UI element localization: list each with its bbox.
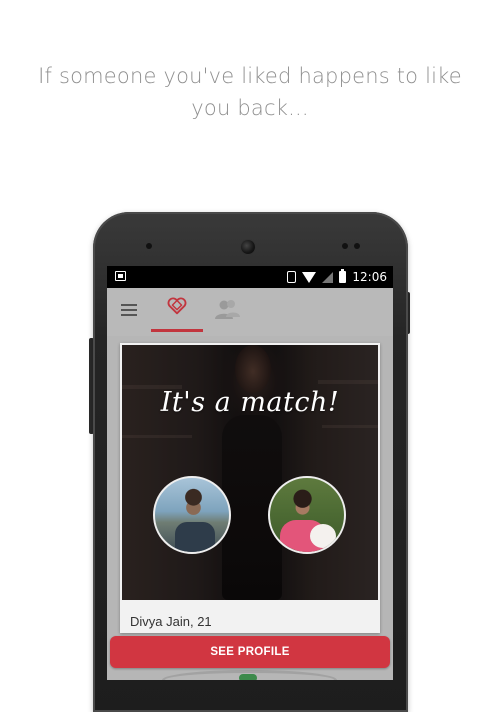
phone-screen: 12:06 It's a match! Divya Jain, 21 SEE P… xyxy=(107,266,393,680)
tab-matches[interactable] xyxy=(151,288,203,336)
status-bar: 12:06 xyxy=(107,266,393,288)
avatar-match xyxy=(268,476,346,554)
status-icons: 12:06 xyxy=(287,269,387,284)
wifi-icon xyxy=(302,271,317,283)
onboarding-headline: If someone you've liked happens to like … xyxy=(0,60,500,124)
front-camera xyxy=(241,240,255,254)
match-card[interactable]: It's a match! Divya Jain, 21 xyxy=(120,343,380,633)
hamburger-menu-icon[interactable] xyxy=(121,304,137,316)
see-profile-button[interactable]: SEE PROFILE xyxy=(110,636,390,668)
headline-line-2: you back... xyxy=(191,96,309,120)
tab-active-indicator xyxy=(151,329,203,332)
headline-line-1: If someone you've liked happens to like xyxy=(38,64,462,88)
heart-icon xyxy=(167,297,187,315)
notification-icon xyxy=(115,271,126,281)
phone-sensor-dot xyxy=(342,243,348,249)
phone-sensor-dot xyxy=(354,243,360,249)
signal-icon xyxy=(322,271,334,283)
bottom-action-dot xyxy=(239,674,257,680)
match-name-age: Divya Jain, 21 xyxy=(130,614,212,629)
phone-sensor-dot xyxy=(146,243,152,249)
battery-icon xyxy=(339,269,347,283)
people-icon[interactable] xyxy=(213,297,241,321)
status-time: 12:06 xyxy=(352,270,387,284)
avatar-you xyxy=(153,476,231,554)
match-photo: It's a match! xyxy=(122,345,378,600)
vibrate-icon xyxy=(287,271,297,283)
app-bar xyxy=(107,288,393,336)
match-title: It's a match! xyxy=(160,387,340,418)
